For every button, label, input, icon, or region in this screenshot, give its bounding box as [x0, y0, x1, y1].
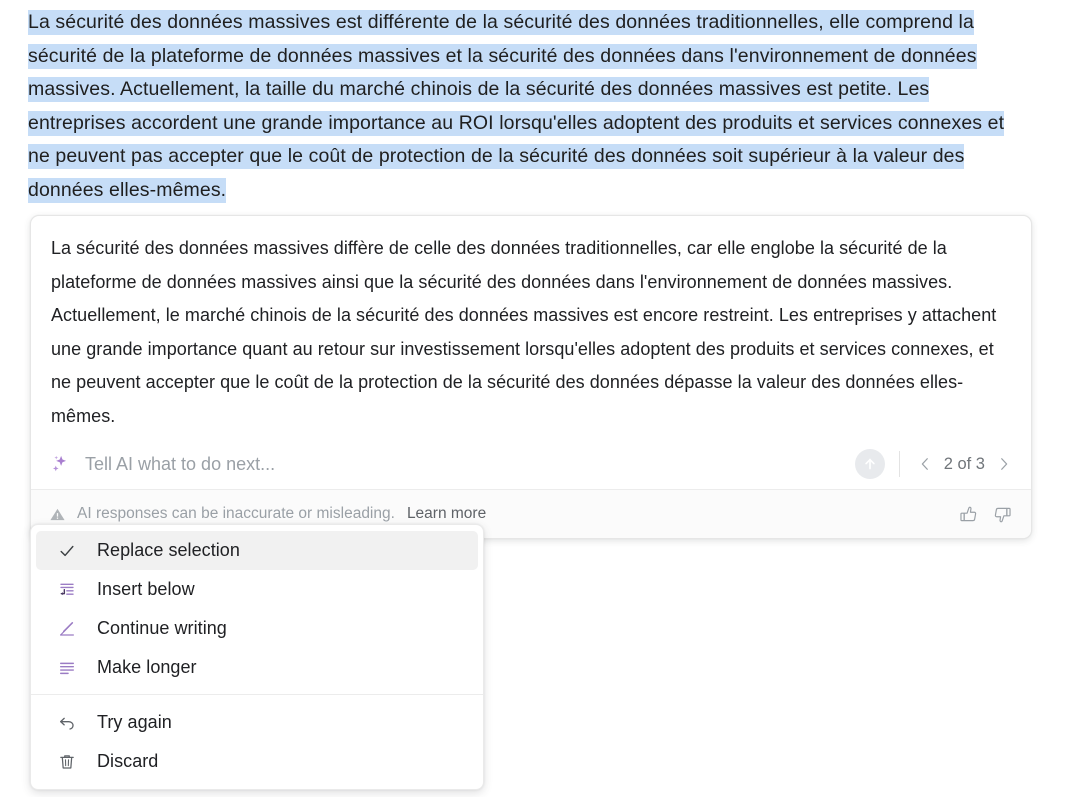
menu-item-label: Discard	[97, 751, 159, 771]
pager-label: 2 of 3	[943, 454, 985, 473]
arrow-up-icon	[864, 458, 875, 470]
menu-item-label: Continue writing	[97, 618, 227, 638]
thumbs-up-button[interactable]	[953, 499, 983, 529]
menu-item-discard[interactable]: Discard	[36, 742, 478, 781]
sparkle-icon	[49, 453, 71, 475]
menu-item-replace-selection[interactable]: Replace selection	[36, 531, 478, 570]
ai-response-text: La sécurité des données massives diffère…	[51, 238, 997, 426]
menu-divider	[31, 694, 483, 695]
chevron-right-icon	[1001, 458, 1008, 470]
menu-item-insert-below[interactable]: Insert below	[36, 570, 478, 609]
undo-arrow-icon	[56, 712, 78, 734]
ai-action-menu: Replace selection Insert below Continue …	[30, 524, 484, 790]
previous-response-button[interactable]	[912, 451, 938, 477]
submit-button[interactable]	[854, 449, 885, 479]
pencil-icon	[56, 618, 78, 640]
menu-item-continue-writing[interactable]: Continue writing	[36, 609, 478, 648]
thumbs-down-button[interactable]	[987, 499, 1017, 529]
trash-icon	[56, 751, 78, 773]
learn-more-link[interactable]: Learn more	[407, 505, 486, 523]
response-pager: 2 of 3	[912, 451, 1017, 477]
menu-item-label: Insert below	[97, 579, 195, 599]
selection-highlight-text: La sécurité des données massives est dif…	[28, 10, 1005, 203]
next-response-button[interactable]	[991, 451, 1017, 477]
ai-disclaimer-text: AI responses can be inaccurate or mislea…	[77, 505, 395, 522]
warning-triangle-icon	[49, 506, 66, 523]
menu-item-label: Replace selection	[97, 540, 240, 560]
menu-item-label: Make longer	[97, 657, 197, 677]
screen: La sécurité des données massives est dif…	[0, 0, 1080, 797]
lines-icon	[56, 657, 78, 679]
menu-item-make-longer[interactable]: Make longer	[36, 648, 478, 687]
ai-prompt-input[interactable]	[85, 453, 855, 475]
thumbs-up-icon	[959, 506, 976, 521]
insert-below-icon	[56, 579, 78, 601]
document-selected-paragraph[interactable]: La sécurité des données massives est dif…	[28, 6, 1020, 208]
menu-item-try-again[interactable]: Try again	[36, 703, 478, 742]
check-icon	[56, 540, 78, 562]
ai-result-card: La sécurité des données massives diffère…	[30, 215, 1032, 539]
chevron-left-icon	[921, 458, 928, 470]
ai-prompt-row: 2 of 3	[31, 439, 1031, 489]
toolbar-divider	[898, 451, 900, 477]
thumbs-down-icon	[994, 507, 1011, 522]
menu-item-label: Try again	[97, 712, 172, 732]
